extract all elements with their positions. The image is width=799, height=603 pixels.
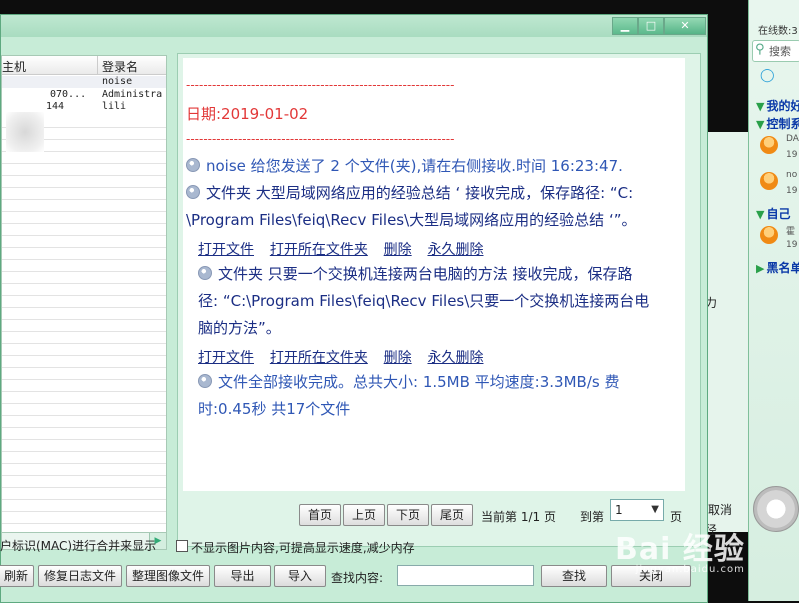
table-row[interactable]: noise bbox=[2, 76, 166, 88]
baidu-watermark: Bai 经验 jingyan.baidu.com bbox=[615, 532, 745, 575]
close-window-button[interactable]: ✕ bbox=[664, 17, 706, 35]
next-page-button[interactable]: 下页 bbox=[387, 504, 429, 526]
contact-name: no bbox=[786, 170, 798, 180]
contact-avatar[interactable] bbox=[760, 226, 778, 244]
contact-ip: 19 bbox=[786, 240, 798, 250]
contact-name: DA bbox=[786, 134, 799, 144]
round-action-button[interactable] bbox=[753, 486, 799, 532]
permanent-delete-link[interactable]: 永久删除 bbox=[427, 242, 483, 258]
delete-link[interactable]: 删除 bbox=[384, 350, 412, 366]
file-received-line: 文件夹 只要一个交换机连接两台电脑的方法 接收完成，保存路 bbox=[198, 261, 633, 288]
table-row[interactable]: 144 lili bbox=[2, 101, 166, 113]
open-folder-link[interactable]: 打开所在文件夹 bbox=[270, 350, 368, 366]
expand-icon: ▼ bbox=[756, 100, 765, 113]
first-page-button[interactable]: 首页 bbox=[299, 504, 341, 526]
contact-ip: 19 bbox=[786, 186, 798, 196]
file-received-line: 文件夹 大型局域网络应用的经验总结 ‘ 接收完成，保存路径: “C: bbox=[186, 180, 633, 207]
info-icon bbox=[198, 374, 212, 388]
contact-avatar[interactable] bbox=[760, 136, 778, 154]
group-blacklist[interactable]: ▶ 黑名单 bbox=[756, 259, 799, 276]
list-header: 主机 登录名 bbox=[2, 56, 166, 75]
file-path-line: \Program Files\feiq\Recv Files\大型局域网络应用的… bbox=[186, 211, 637, 229]
no-image-checkbox-label[interactable]: 不显示图片内容,可提高显示速度,减少内存 bbox=[191, 539, 415, 556]
summary-line: 文件全部接收完成。总共大小: 1.5MB 平均速度:3.3MB/s 费 bbox=[198, 369, 619, 396]
chat-log[interactable]: ----------------------------------------… bbox=[183, 58, 685, 491]
page-select[interactable]: 1 ▼ bbox=[610, 499, 664, 521]
separator-line: ----------------------------------------… bbox=[186, 132, 455, 146]
page-status: 当前第 1/1 页 bbox=[481, 510, 556, 524]
search-button[interactable]: 查找 bbox=[541, 565, 607, 587]
goto-label: 到第 bbox=[580, 510, 605, 524]
prev-page-button[interactable]: 上页 bbox=[343, 504, 385, 526]
permanent-delete-link[interactable]: 永久删除 bbox=[427, 350, 483, 366]
delete-link[interactable]: 删除 bbox=[384, 242, 412, 258]
summary-line: 时:0.45秒 共17个文件 bbox=[198, 400, 351, 418]
file-path-line: 径: “C:\Program Files\feiq\Recv Files\只要一… bbox=[198, 292, 650, 310]
date-line: 日期:2019-01-02 bbox=[186, 105, 309, 123]
search-label: 查找内容: bbox=[331, 571, 384, 585]
maximize-button[interactable]: □ bbox=[638, 17, 664, 35]
table-row[interactable]: 070... Administra bbox=[2, 89, 166, 101]
message-line: noise 给您发送了 2 个文件(夹),请在右侧接收.时间 16:23:47. bbox=[186, 153, 623, 180]
file-path-line: 脑的方法”。 bbox=[198, 319, 281, 337]
column-host[interactable]: 主机 bbox=[2, 58, 26, 75]
expand-icon: ▼ bbox=[756, 118, 765, 131]
file-actions-2: 打开文件 打开所在文件夹 删除 永久删除 bbox=[198, 347, 495, 367]
blurred-region bbox=[6, 112, 44, 152]
online-count: 在线数:3 bbox=[758, 26, 798, 37]
page-unit: 页 bbox=[670, 510, 683, 524]
contact-avatar[interactable] bbox=[760, 172, 778, 190]
group-self[interactable]: ▼ 自己 bbox=[756, 205, 790, 222]
import-button[interactable]: 导入 bbox=[274, 565, 326, 587]
search-content-input[interactable] bbox=[397, 565, 534, 586]
user-list[interactable]: 主机 登录名 noise 070... Administra 144 lili bbox=[1, 55, 167, 533]
cancel-button-fragment[interactable]: 取消 bbox=[708, 501, 732, 518]
file-actions-1: 打开文件 打开所在文件夹 删除 永久删除 bbox=[198, 239, 495, 259]
open-file-link[interactable]: 打开文件 bbox=[198, 350, 254, 366]
last-page-button[interactable]: 尾页 bbox=[431, 504, 473, 526]
title-bar[interactable] bbox=[1, 15, 707, 37]
separator-line: ----------------------------------------… bbox=[186, 78, 455, 92]
open-file-link[interactable]: 打开文件 bbox=[198, 242, 254, 258]
info-icon bbox=[198, 266, 212, 280]
expand-icon: ▼ bbox=[756, 208, 765, 221]
group-my-friends[interactable]: ▼ 我的好 bbox=[756, 97, 799, 114]
mac-merge-text: 户标识(MAC)进行合并来显示 bbox=[0, 539, 157, 553]
chevron-down-icon: ▼ bbox=[651, 504, 659, 515]
contact-name: 霍 bbox=[786, 227, 796, 237]
contact-ip: 19 bbox=[786, 150, 798, 160]
chat-bubble-icon[interactable]: ◯ bbox=[760, 68, 775, 83]
organize-images-button[interactable]: 整理图像文件 bbox=[126, 565, 210, 587]
no-image-checkbox[interactable] bbox=[176, 540, 188, 552]
export-button[interactable]: 导出 bbox=[214, 565, 271, 587]
search-icon: ⚲ bbox=[755, 42, 765, 57]
group-control[interactable]: ▼ 控制系 bbox=[756, 115, 799, 132]
minimize-button[interactable]: ▁ bbox=[612, 17, 638, 35]
column-login[interactable]: 登录名 bbox=[102, 58, 138, 75]
info-icon bbox=[186, 158, 200, 172]
refresh-button[interactable]: 刷新 bbox=[0, 565, 34, 587]
contact-search-input[interactable]: ⚲ 搜索 bbox=[752, 40, 799, 62]
open-folder-link[interactable]: 打开所在文件夹 bbox=[270, 242, 368, 258]
repair-log-button[interactable]: 修复日志文件 bbox=[38, 565, 122, 587]
expand-icon: ▶ bbox=[756, 262, 765, 275]
info-icon bbox=[186, 185, 200, 199]
